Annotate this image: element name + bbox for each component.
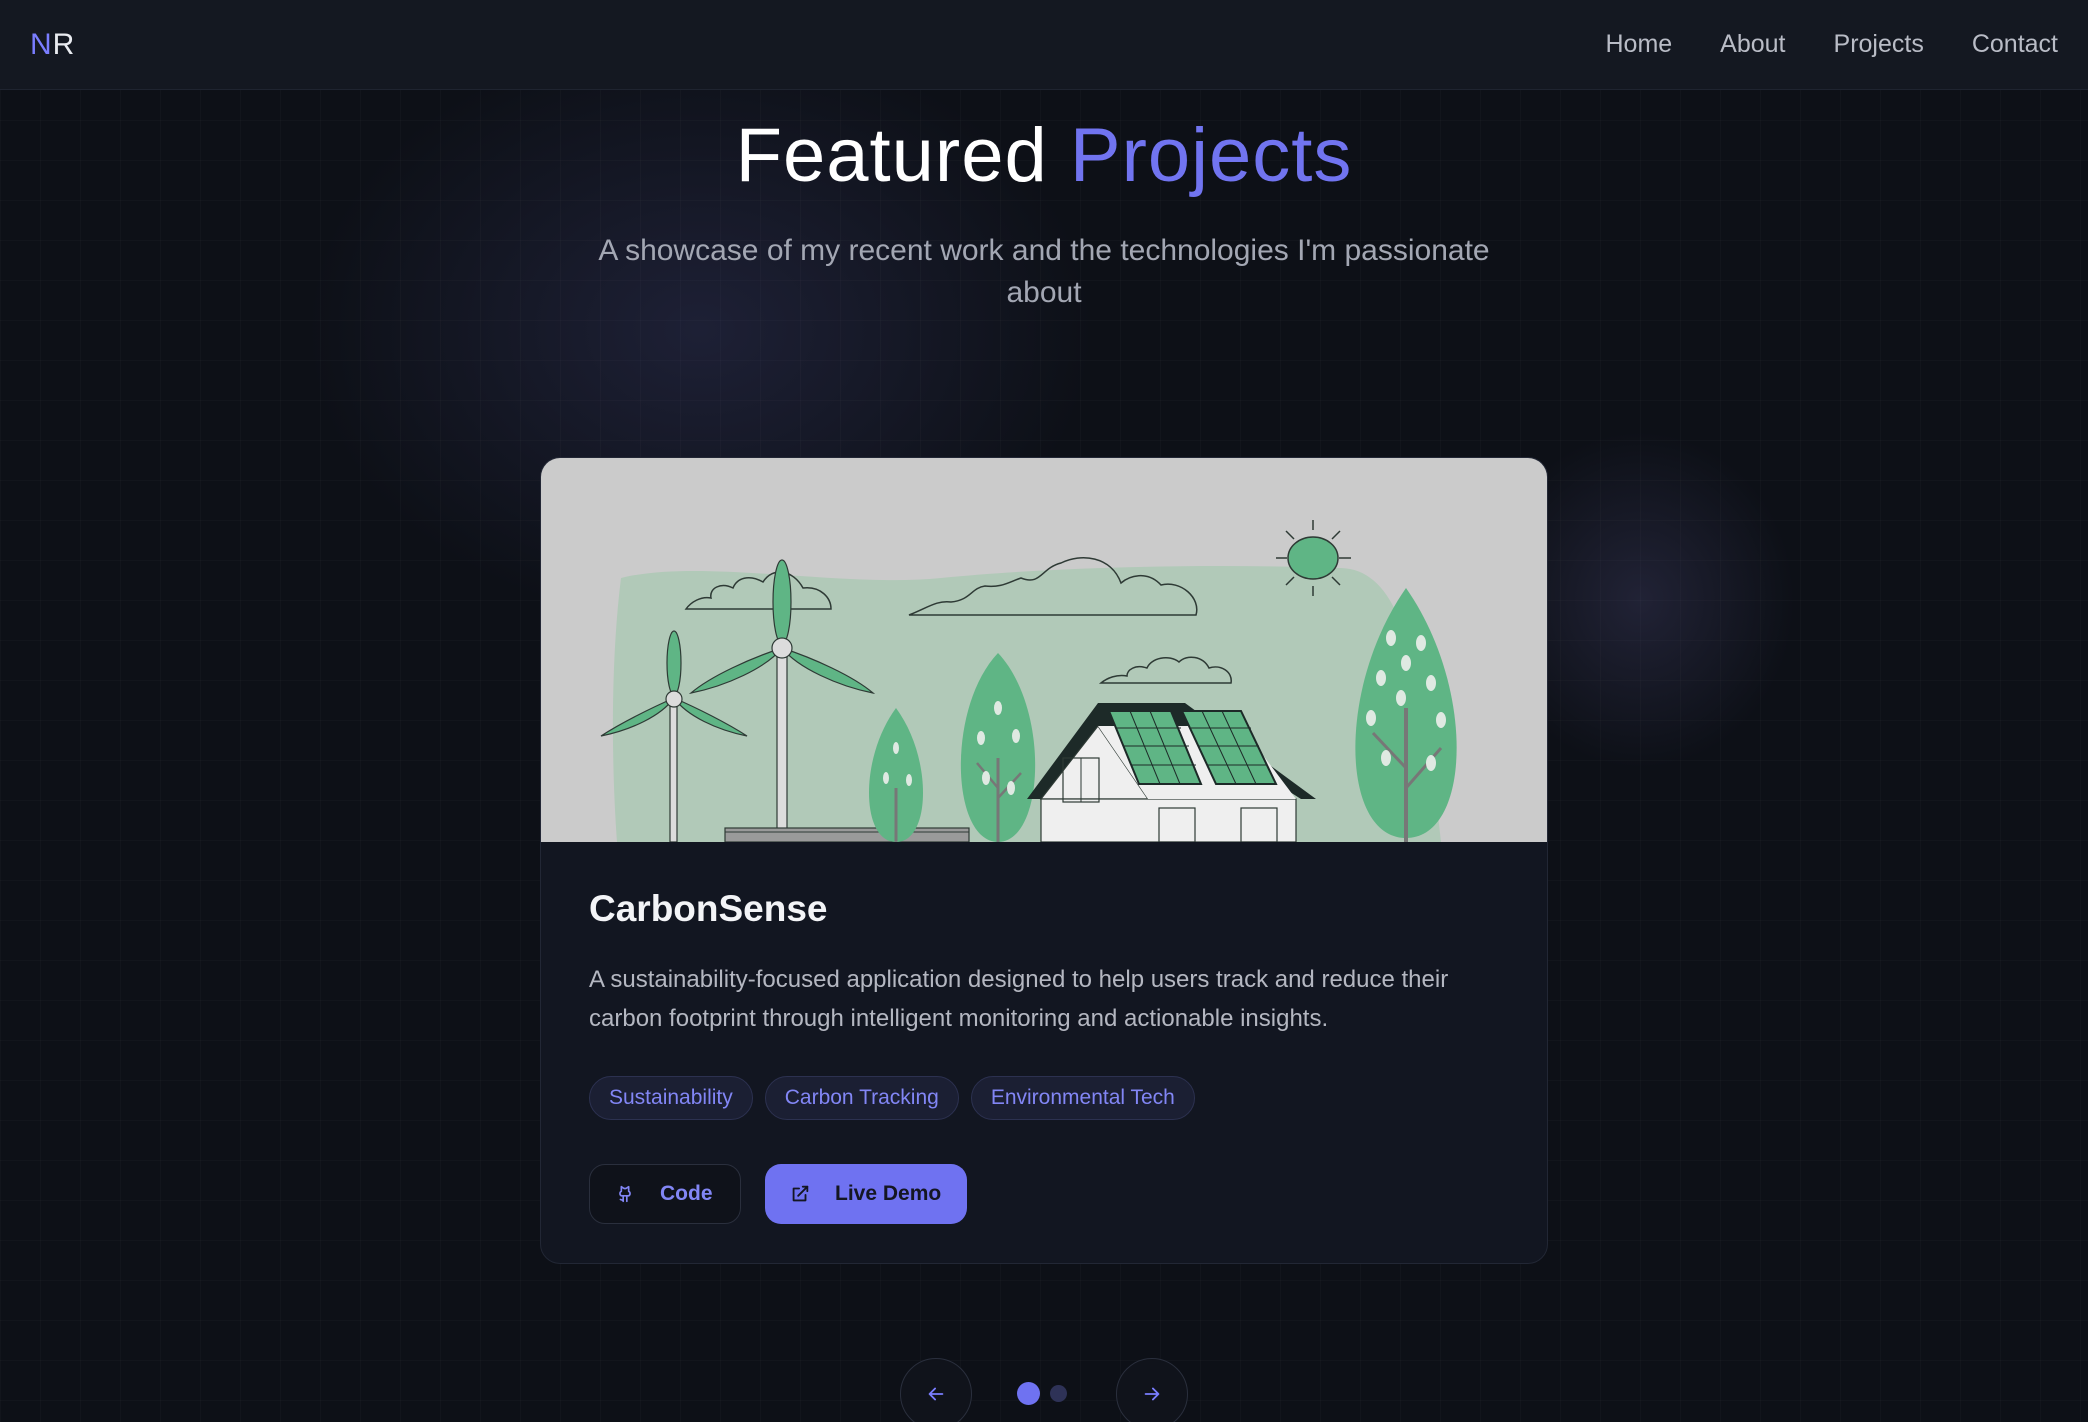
- project-actions: Code Live Demo: [589, 1164, 967, 1224]
- logo-letter-n: N: [30, 27, 53, 61]
- code-button-label: Code: [660, 1182, 713, 1205]
- arrow-right-icon: [1144, 1387, 1160, 1401]
- nav-link-contact[interactable]: Contact: [1972, 30, 2058, 59]
- tag-sustainability: Sustainability: [589, 1076, 753, 1120]
- title-word-projects: Projects: [1069, 113, 1353, 198]
- nav-links: Home About Projects Contact: [1605, 30, 2058, 59]
- tag-carbon-tracking: Carbon Tracking: [764, 1076, 959, 1120]
- page: NR Home About Projects Contact Featured …: [0, 0, 2088, 1422]
- live-demo-button[interactable]: Live Demo: [765, 1164, 967, 1224]
- external-link-icon: [792, 1185, 809, 1202]
- project-image: [541, 458, 1547, 843]
- nav-link-home[interactable]: Home: [1605, 30, 1672, 59]
- logo-letter-r: R: [52, 27, 76, 61]
- carousel-dot-2[interactable]: [1050, 1385, 1067, 1402]
- carousel-next-button[interactable]: [1116, 1358, 1188, 1422]
- project-tags: Sustainability Carbon Tracking Environme…: [589, 1076, 1195, 1120]
- carousel-dot-1-active[interactable]: [1017, 1382, 1040, 1405]
- live-demo-button-label: Live Demo: [835, 1182, 942, 1205]
- project-card: CarbonSense A sustainability-focused app…: [540, 457, 1548, 1264]
- nav-link-about[interactable]: About: [1720, 30, 1785, 59]
- title-word-featured: Featured: [735, 113, 1048, 198]
- github-icon: [619, 1185, 631, 1203]
- project-description: A sustainability-focused application des…: [589, 966, 1449, 1032]
- section-title: Featured Projects: [0, 112, 2088, 199]
- nav-link-projects[interactable]: Projects: [1834, 30, 1924, 59]
- top-navbar: NR Home About Projects Contact: [0, 0, 2088, 90]
- site-logo[interactable]: NR: [30, 28, 75, 62]
- tag-environmental-tech: Environmental Tech: [970, 1076, 1195, 1120]
- code-button[interactable]: Code: [589, 1164, 741, 1224]
- section-subtitle: A showcase of my recent work and the tec…: [598, 234, 1490, 309]
- arrow-left-icon: [928, 1387, 944, 1401]
- wind-turbines-solar-house-illustration: [600, 520, 1457, 843]
- carousel-prev-button[interactable]: [900, 1358, 972, 1422]
- project-title: CarbonSense: [589, 888, 828, 929]
